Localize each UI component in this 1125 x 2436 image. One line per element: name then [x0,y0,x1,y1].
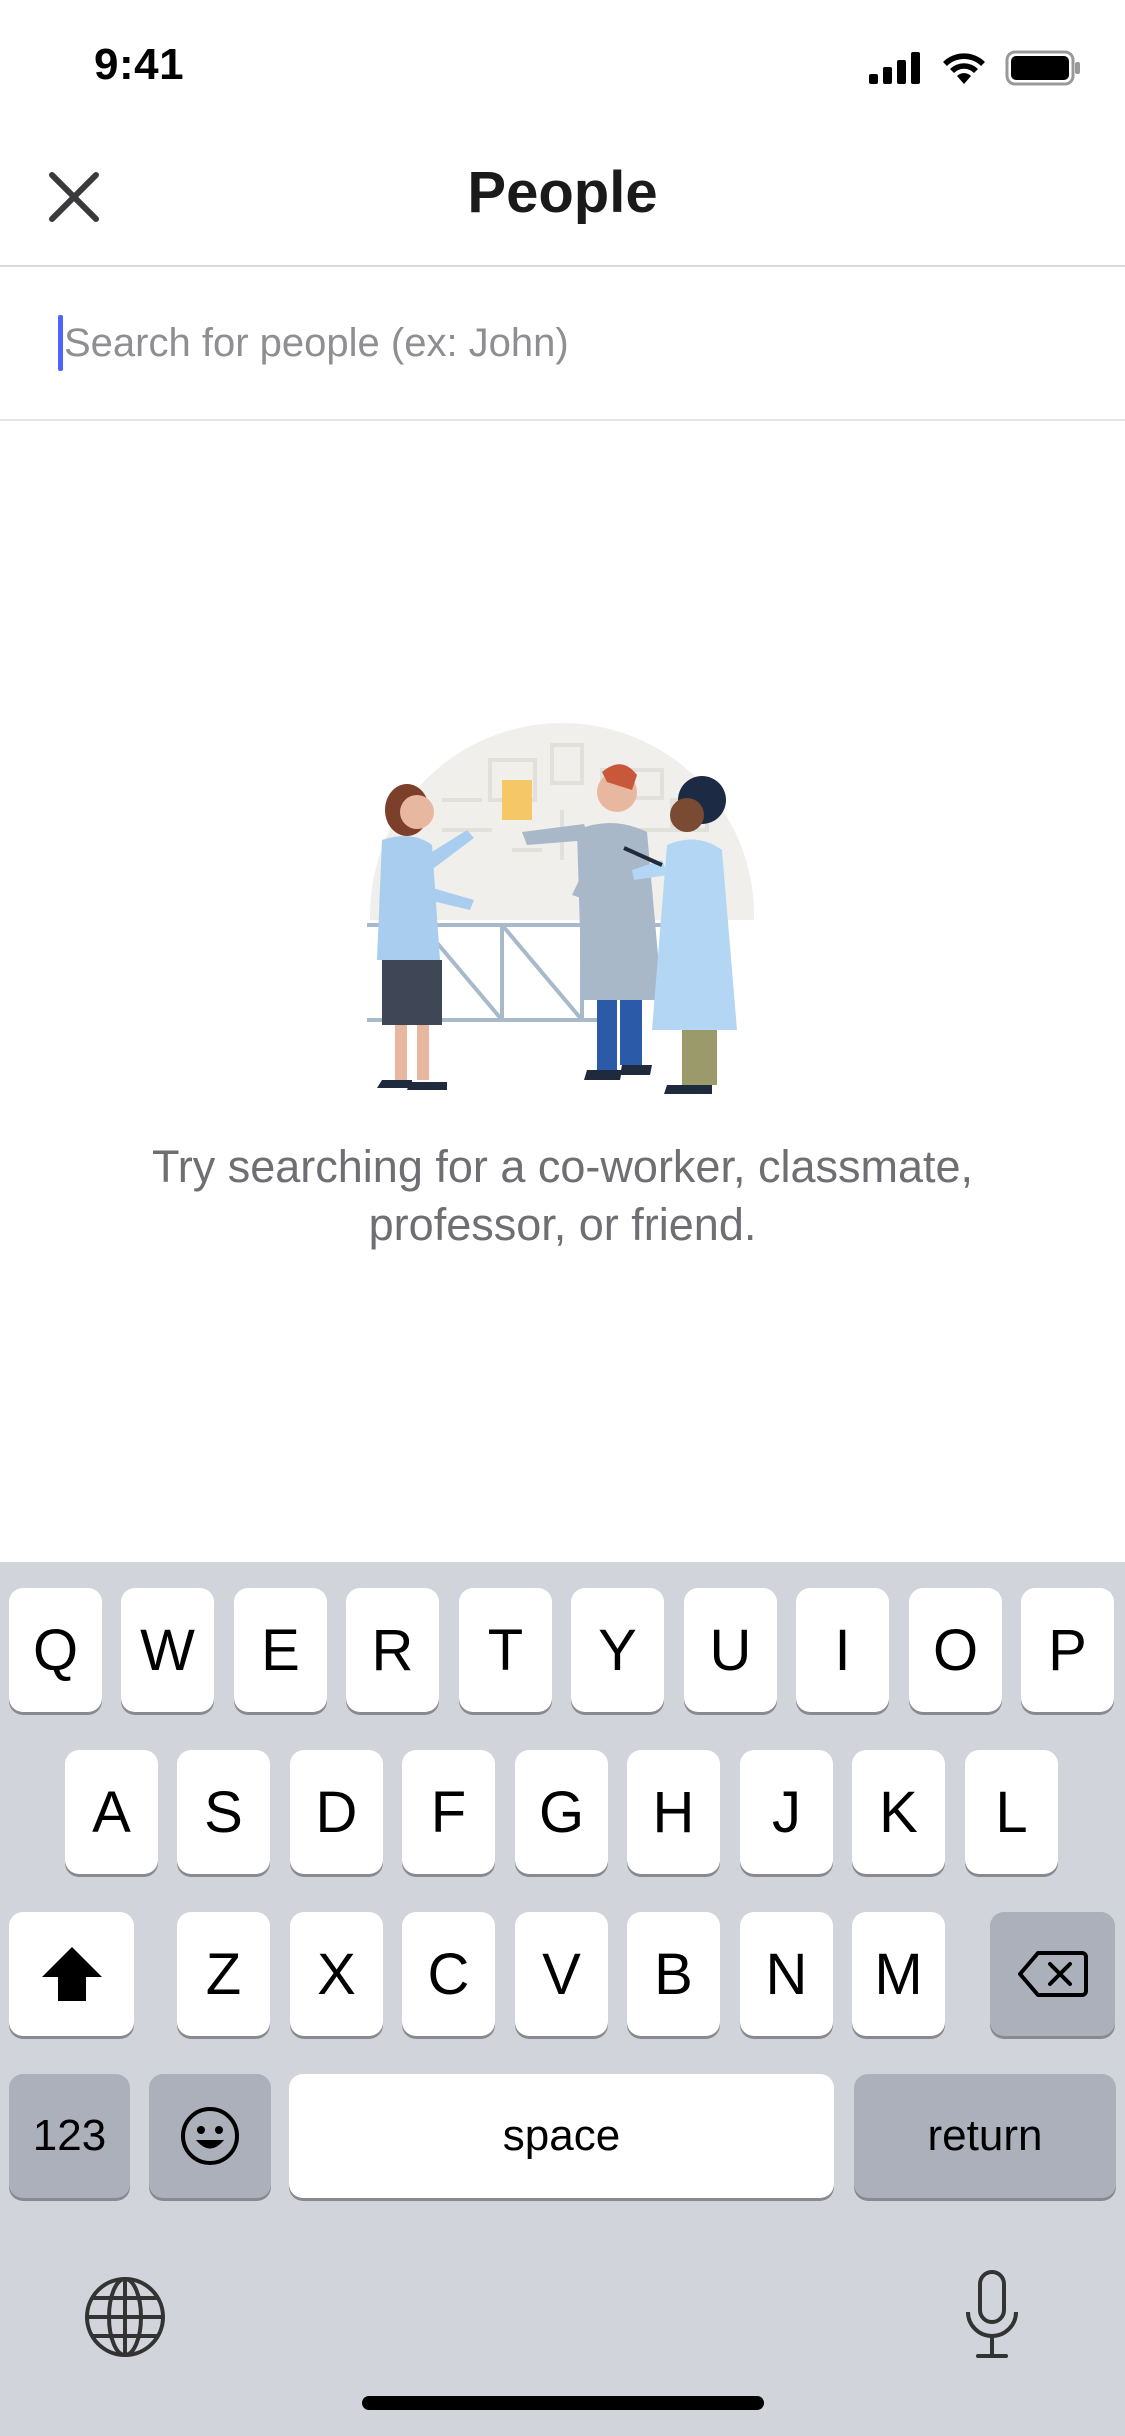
signal-icon [869,52,920,84]
key-c[interactable]: C [402,1912,495,2036]
backspace-key[interactable] [990,1912,1115,2036]
search-input[interactable] [62,307,1066,379]
key-o[interactable]: O [909,1588,1002,1712]
backspace-icon [1017,1951,1088,1997]
key-e[interactable]: E [234,1588,327,1712]
numbers-key[interactable]: 123 [9,2074,130,2198]
emoji-key[interactable] [149,2074,271,2198]
key-i[interactable]: I [796,1588,889,1712]
emoji-icon [181,2107,239,2165]
status-bar: 9:41 [0,0,1125,135]
search-row [0,267,1125,421]
people-collaborating-illustration [367,723,754,1094]
key-v[interactable]: V [515,1912,608,2036]
key-b[interactable]: B [627,1912,720,2036]
key-r[interactable]: R [346,1588,439,1712]
key-l[interactable]: L [965,1750,1058,1874]
key-h[interactable]: H [627,1750,720,1874]
key-n[interactable]: N [740,1912,833,2036]
key-x[interactable]: X [290,1912,383,2036]
globe-button[interactable] [82,2274,168,2360]
key-j[interactable]: J [740,1750,833,1874]
home-indicator [362,2396,764,2410]
key-q[interactable]: Q [9,1588,102,1712]
status-time: 9:41 [94,40,185,89]
shift-key[interactable] [9,1912,134,2036]
key-t[interactable]: T [459,1588,552,1712]
key-f[interactable]: F [402,1750,495,1874]
battery-icon [1005,50,1080,86]
globe-icon [85,2277,165,2357]
space-key[interactable]: space [289,2074,834,2198]
key-d[interactable]: D [290,1750,383,1874]
key-u[interactable]: U [684,1588,777,1712]
key-y[interactable]: Y [571,1588,664,1712]
page-title: People [467,160,658,225]
microphone-icon [966,2270,1018,2358]
key-k[interactable]: K [852,1750,945,1874]
status-icons [869,50,1081,86]
return-key[interactable]: return [854,2074,1116,2198]
empty-state-message: Try searching for a co-worker, classmate… [151,1141,974,1250]
nav-bar: People [0,135,1125,267]
key-g[interactable]: G [515,1750,608,1874]
key-z[interactable]: Z [177,1912,270,2036]
key-a[interactable]: A [65,1750,158,1874]
key-w[interactable]: W [121,1588,214,1712]
key-m[interactable]: M [852,1912,945,2036]
wifi-icon [943,53,985,84]
microphone-button[interactable] [962,2268,1022,2364]
key-p[interactable]: P [1021,1588,1114,1712]
key-s[interactable]: S [177,1750,270,1874]
shift-icon [41,1947,102,2001]
keyboard: Q W E R T Y U I O P A S D F G H J K L Z … [0,1562,1125,2436]
